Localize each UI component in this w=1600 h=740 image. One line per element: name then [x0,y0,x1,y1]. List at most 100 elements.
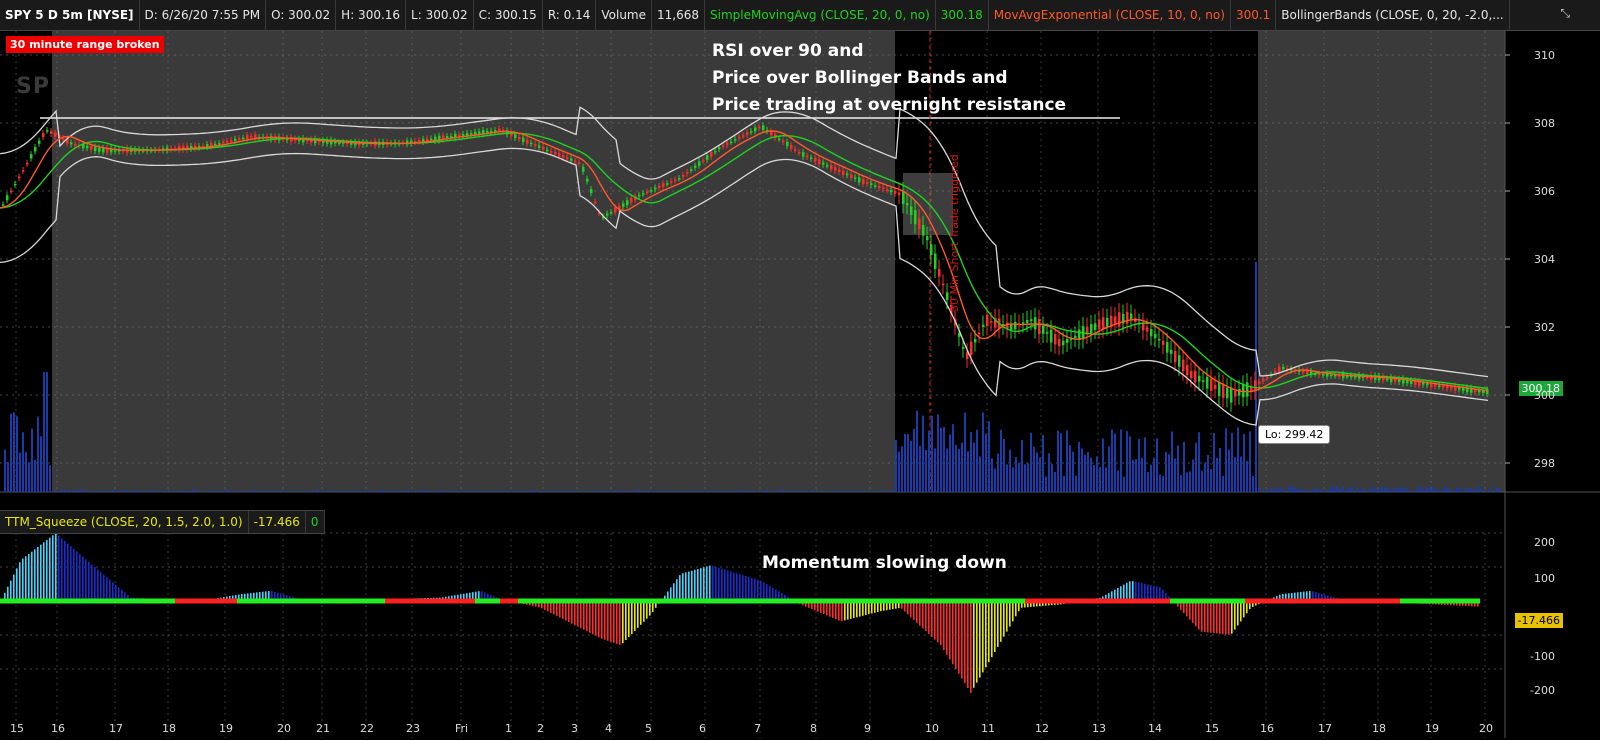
volume-bar [826,491,828,492]
momentum-bar [601,601,603,639]
volume-bar [1249,431,1251,492]
momentum-bar [1237,601,1239,626]
volume-bar [10,413,12,492]
volume-bar [46,372,48,492]
candle-body [1106,317,1109,327]
volume-bar [316,489,318,492]
momentum-bar [1210,601,1212,633]
candle-body [974,339,977,343]
volume-bar [1102,438,1104,492]
momentum-bar [109,579,111,601]
volume-bar [1315,486,1317,492]
volume-bar [1447,488,1449,492]
volume-bar [778,491,780,492]
momentum-bar [979,601,981,678]
volume-bar [1135,459,1137,492]
time-tick: 5 [645,722,652,735]
candle-body [566,157,569,160]
candle-body [1074,335,1077,338]
volume-bar [904,433,906,492]
momentum-bar [745,576,747,601]
volume-bar [1453,490,1455,492]
volume-bar [1372,486,1374,492]
candle-body [678,178,681,180]
volume-bar [430,491,432,492]
volume-bar [595,491,597,492]
volume-bar [1084,454,1086,492]
volume-bar [742,491,744,492]
volume-bar [718,491,720,492]
volume-bar [211,491,213,492]
momentum-bar [1135,581,1137,601]
momentum-bar [724,569,726,601]
candle-body [1438,385,1441,387]
candle-body [1442,385,1445,388]
momentum-bar [1234,601,1236,630]
volume-bar [76,491,78,492]
candle-body [458,134,461,137]
candle-body [942,283,945,286]
candle-body [694,165,697,168]
volume-bar [616,491,618,492]
volume-bar [976,429,978,492]
volume-bar [517,491,519,492]
candle-body [1258,381,1261,384]
momentum-bar [673,583,675,601]
candle-body [462,134,465,136]
momentum-bar [748,576,750,601]
volume-bar [697,491,699,492]
volume-bar [190,491,192,492]
ttm-study-label[interactable]: TTM_Squeeze (CLOSE, 20, 1.5, 2.0, 1.0) [0,511,249,533]
volume-bar [1024,464,1026,492]
volume-bar [1444,486,1446,492]
candle-body [938,268,941,277]
volume-bar [310,491,312,492]
volume-bar [1099,467,1101,492]
volume-bar [103,491,105,492]
volume-bar [235,491,237,492]
volume-bar [922,415,924,492]
volume-bar [1039,457,1041,492]
candle-body [1162,340,1165,345]
momentum-bar [94,567,96,601]
momentum-bar [1189,601,1191,620]
volume-bar [583,491,585,492]
volume-bar [298,491,300,492]
candle-body [818,159,821,165]
volume-bar [712,491,714,492]
momentum-bar [976,601,978,683]
volume-bar [415,491,417,492]
volume-bar [1204,462,1206,492]
volume-bar [79,489,81,492]
volume-bar [1048,453,1050,492]
momentum-bar [1144,583,1146,601]
candle-body [470,133,473,135]
momentum-bar [637,601,639,628]
volume-bar [427,491,429,492]
candle-body [486,131,489,133]
volume-bar [1219,448,1221,492]
volume-bar [286,491,288,492]
volume-bar [931,415,933,492]
candle-body [1042,325,1045,334]
time-tick: 17 [1318,722,1332,735]
volume-bar [844,491,846,492]
candle-body [606,213,609,216]
volume-bar [175,491,177,492]
candle-body [834,167,837,171]
momentum-bar [721,568,723,601]
candle-body [786,141,789,147]
volume-bar [43,372,45,492]
volume-bar [433,491,435,492]
momentum-bar [760,580,762,601]
candle-body [1478,390,1481,393]
volume-bar [880,491,882,492]
volume-bar [814,491,816,492]
candle-body [242,137,245,140]
volume-bar [328,491,330,492]
volume-bar [553,491,555,492]
volume-bar [1378,489,1380,492]
momentum-bar [853,601,855,619]
volume-bar [568,491,570,492]
volume-bar [163,491,165,492]
